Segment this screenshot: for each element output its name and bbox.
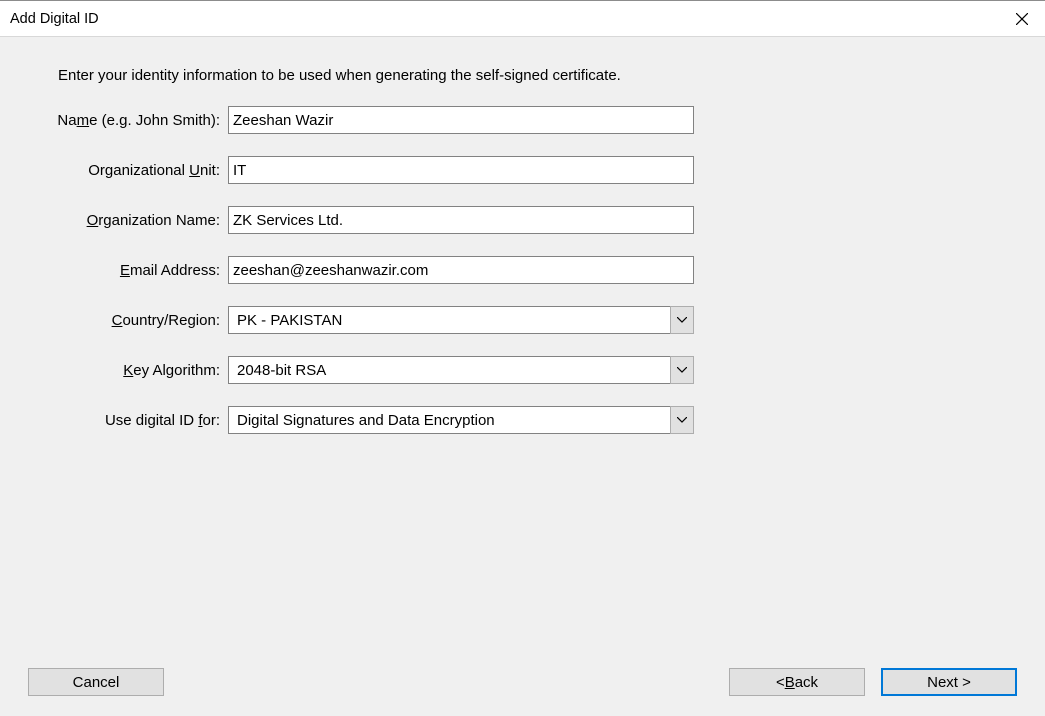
key-algorithm-label: Key Algorithm: — [50, 362, 220, 379]
dialog-content: Enter your identity information to be us… — [0, 37, 1045, 716]
use-for-label: Use digital ID for: — [50, 412, 220, 429]
key-algorithm-dropdown-button[interactable] — [670, 356, 694, 384]
name-label: Name (e.g. John Smith): — [50, 112, 220, 129]
key-algorithm-select[interactable]: 2048-bit RSA — [228, 356, 694, 384]
country-label: Country/Region: — [50, 312, 220, 329]
name-input[interactable] — [228, 106, 694, 134]
org-name-input[interactable] — [228, 206, 694, 234]
chevron-down-icon — [677, 417, 687, 423]
chevron-down-icon — [677, 317, 687, 323]
close-icon — [1016, 13, 1028, 25]
org-name-label: Organization Name: — [50, 212, 220, 229]
email-input[interactable] — [228, 256, 694, 284]
org-unit-input[interactable] — [228, 156, 694, 184]
titlebar: Add Digital ID — [0, 1, 1045, 37]
org-unit-label: Organizational Unit: — [50, 162, 220, 179]
country-dropdown-button[interactable] — [670, 306, 694, 334]
email-label: Email Address: — [50, 262, 220, 279]
dialog-footer: Cancel < Back Next > — [0, 668, 1045, 696]
back-button[interactable]: < Back — [729, 668, 865, 696]
key-algorithm-value: 2048-bit RSA — [228, 356, 670, 384]
use-for-value: Digital Signatures and Data Encryption — [228, 406, 670, 434]
close-button[interactable] — [999, 1, 1045, 37]
cancel-button[interactable]: Cancel — [28, 668, 164, 696]
use-for-dropdown-button[interactable] — [670, 406, 694, 434]
identity-form: Name (e.g. John Smith): Organizational U… — [50, 106, 995, 434]
country-value: PK - PAKISTAN — [228, 306, 670, 334]
intro-text: Enter your identity information to be us… — [50, 67, 995, 84]
next-button[interactable]: Next > — [881, 668, 1017, 696]
use-for-select[interactable]: Digital Signatures and Data Encryption — [228, 406, 694, 434]
country-select[interactable]: PK - PAKISTAN — [228, 306, 694, 334]
dialog-window: Add Digital ID Enter your identity infor… — [0, 0, 1045, 716]
chevron-down-icon — [677, 367, 687, 373]
window-title: Add Digital ID — [10, 11, 99, 27]
